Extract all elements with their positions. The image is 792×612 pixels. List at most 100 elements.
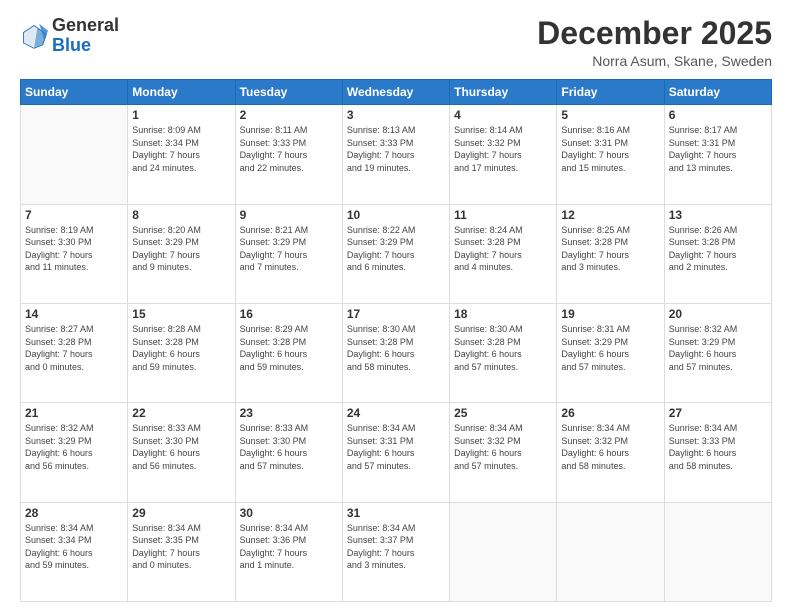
calendar-cell: 8 Sunrise: 8:20 AM Sunset: 3:29 PM Daylig… — [128, 204, 235, 303]
day-info: Sunrise: 8:34 AM Sunset: 3:34 PM Dayligh… — [25, 522, 123, 572]
calendar-cell: 27Sunrise: 8:34 AM Sunset: 3:33 PM Dayli… — [664, 403, 771, 502]
day-info: Sunrise: 8:30 AM Sunset: 3:28 PM Dayligh… — [347, 323, 445, 373]
day-number: 18 — [454, 307, 552, 321]
day-header-friday: Friday — [557, 80, 664, 105]
calendar-cell: 22Sunrise: 8:33 AM Sunset: 3:30 PM Dayli… — [128, 403, 235, 502]
day-number: 1 — [132, 108, 230, 122]
calendar-cell: 29 Sunrise: 8:34 AM Sunset: 3:35 PM Dayli… — [128, 502, 235, 601]
calendar-cell: 7 Sunrise: 8:19 AM Sunset: 3:30 PM Daylig… — [21, 204, 128, 303]
day-info: Sunrise: 8:16 AM Sunset: 3:31 PM Dayligh… — [561, 124, 659, 174]
calendar-week-row: 7 Sunrise: 8:19 AM Sunset: 3:30 PM Daylig… — [21, 204, 772, 303]
day-number: 30 — [240, 506, 338, 520]
day-number: 27 — [669, 406, 767, 420]
day-info: Sunrise: 8:27 AM Sunset: 3:28 PM Dayligh… — [25, 323, 123, 373]
calendar-cell: 30 Sunrise: 8:34 AM Sunset: 3:36 PM Dayli… — [235, 502, 342, 601]
calendar-week-row: 21 Sunrise: 8:32 AM Sunset: 3:29 PM Dayli… — [21, 403, 772, 502]
day-info: Sunrise: 8:25 AM Sunset: 3:28 PM Dayligh… — [561, 224, 659, 274]
day-number: 2 — [240, 108, 338, 122]
day-number: 14 — [25, 307, 123, 321]
calendar-cell: 23Sunrise: 8:33 AM Sunset: 3:30 PM Dayli… — [235, 403, 342, 502]
calendar-cell: 28 Sunrise: 8:34 AM Sunset: 3:34 PM Dayli… — [21, 502, 128, 601]
calendar-cell: 24Sunrise: 8:34 AM Sunset: 3:31 PM Dayli… — [342, 403, 449, 502]
day-info: Sunrise: 8:28 AM Sunset: 3:28 PM Dayligh… — [132, 323, 230, 373]
calendar-cell: 12 Sunrise: 8:25 AM Sunset: 3:28 PM Dayli… — [557, 204, 664, 303]
day-number: 13 — [669, 208, 767, 222]
day-header-saturday: Saturday — [664, 80, 771, 105]
calendar-cell: 19Sunrise: 8:31 AM Sunset: 3:29 PM Dayli… — [557, 303, 664, 402]
calendar-cell: 5 Sunrise: 8:16 AM Sunset: 3:31 PM Daylig… — [557, 105, 664, 204]
day-info: Sunrise: 8:24 AM Sunset: 3:28 PM Dayligh… — [454, 224, 552, 274]
calendar-cell — [450, 502, 557, 601]
calendar-cell: 16 Sunrise: 8:29 AM Sunset: 3:28 PM Dayli… — [235, 303, 342, 402]
calendar-cell: 14 Sunrise: 8:27 AM Sunset: 3:28 PM Dayli… — [21, 303, 128, 402]
day-info: Sunrise: 8:21 AM Sunset: 3:29 PM Dayligh… — [240, 224, 338, 274]
day-info: Sunrise: 8:34 AM Sunset: 3:32 PM Dayligh… — [561, 422, 659, 472]
day-number: 6 — [669, 108, 767, 122]
day-number: 3 — [347, 108, 445, 122]
day-info: Sunrise: 8:19 AM Sunset: 3:30 PM Dayligh… — [25, 224, 123, 274]
day-number: 28 — [25, 506, 123, 520]
logo: General Blue — [20, 16, 119, 56]
day-info: Sunrise: 8:34 AM Sunset: 3:37 PM Dayligh… — [347, 522, 445, 572]
calendar-cell: 25Sunrise: 8:34 AM Sunset: 3:32 PM Dayli… — [450, 403, 557, 502]
calendar-week-row: 1 Sunrise: 8:09 AM Sunset: 3:34 PM Daylig… — [21, 105, 772, 204]
logo-icon — [20, 22, 48, 50]
day-info: Sunrise: 8:22 AM Sunset: 3:29 PM Dayligh… — [347, 224, 445, 274]
calendar-cell: 20 Sunrise: 8:32 AM Sunset: 3:29 PM Dayli… — [664, 303, 771, 402]
day-info: Sunrise: 8:34 AM Sunset: 3:36 PM Dayligh… — [240, 522, 338, 572]
logo-text: General Blue — [52, 16, 119, 56]
day-number: 15 — [132, 307, 230, 321]
day-number: 20 — [669, 307, 767, 321]
day-header-sunday: Sunday — [21, 80, 128, 105]
day-info: Sunrise: 8:13 AM Sunset: 3:33 PM Dayligh… — [347, 124, 445, 174]
calendar-header-row: SundayMondayTuesdayWednesdayThursdayFrid… — [21, 80, 772, 105]
day-number: 4 — [454, 108, 552, 122]
day-number: 29 — [132, 506, 230, 520]
calendar-cell: 6 Sunrise: 8:17 AM Sunset: 3:31 PM Daylig… — [664, 105, 771, 204]
day-header-thursday: Thursday — [450, 80, 557, 105]
day-number: 24 — [347, 406, 445, 420]
calendar-week-row: 14 Sunrise: 8:27 AM Sunset: 3:28 PM Dayli… — [21, 303, 772, 402]
page: General Blue December 2025 Norra Asum, S… — [0, 0, 792, 612]
calendar-cell: 13 Sunrise: 8:26 AM Sunset: 3:28 PM Dayli… — [664, 204, 771, 303]
day-number: 16 — [240, 307, 338, 321]
day-number: 7 — [25, 208, 123, 222]
calendar-cell — [21, 105, 128, 204]
day-info: Sunrise: 8:32 AM Sunset: 3:29 PM Dayligh… — [25, 422, 123, 472]
calendar-cell — [557, 502, 664, 601]
day-number: 21 — [25, 406, 123, 420]
day-number: 12 — [561, 208, 659, 222]
day-number: 10 — [347, 208, 445, 222]
calendar-cell: 2Sunrise: 8:11 AM Sunset: 3:33 PM Daylig… — [235, 105, 342, 204]
calendar-cell: 31Sunrise: 8:34 AM Sunset: 3:37 PM Dayli… — [342, 502, 449, 601]
day-info: Sunrise: 8:34 AM Sunset: 3:35 PM Dayligh… — [132, 522, 230, 572]
calendar-cell: 9 Sunrise: 8:21 AM Sunset: 3:29 PM Daylig… — [235, 204, 342, 303]
calendar-cell: 1 Sunrise: 8:09 AM Sunset: 3:34 PM Daylig… — [128, 105, 235, 204]
day-info: Sunrise: 8:14 AM Sunset: 3:32 PM Dayligh… — [454, 124, 552, 174]
day-info: Sunrise: 8:30 AM Sunset: 3:28 PM Dayligh… — [454, 323, 552, 373]
header: General Blue December 2025 Norra Asum, S… — [20, 16, 772, 69]
calendar-week-row: 28 Sunrise: 8:34 AM Sunset: 3:34 PM Dayli… — [21, 502, 772, 601]
day-number: 22 — [132, 406, 230, 420]
day-info: Sunrise: 8:17 AM Sunset: 3:31 PM Dayligh… — [669, 124, 767, 174]
calendar-cell — [664, 502, 771, 601]
day-info: Sunrise: 8:29 AM Sunset: 3:28 PM Dayligh… — [240, 323, 338, 373]
day-info: Sunrise: 8:31 AM Sunset: 3:29 PM Dayligh… — [561, 323, 659, 373]
day-number: 11 — [454, 208, 552, 222]
day-info: Sunrise: 8:26 AM Sunset: 3:28 PM Dayligh… — [669, 224, 767, 274]
day-info: Sunrise: 8:32 AM Sunset: 3:29 PM Dayligh… — [669, 323, 767, 373]
calendar-table: SundayMondayTuesdayWednesdayThursdayFrid… — [20, 79, 772, 602]
day-number: 8 — [132, 208, 230, 222]
day-info: Sunrise: 8:09 AM Sunset: 3:34 PM Dayligh… — [132, 124, 230, 174]
calendar-cell: 17Sunrise: 8:30 AM Sunset: 3:28 PM Dayli… — [342, 303, 449, 402]
day-info: Sunrise: 8:33 AM Sunset: 3:30 PM Dayligh… — [240, 422, 338, 472]
day-number: 5 — [561, 108, 659, 122]
calendar-cell: 10 Sunrise: 8:22 AM Sunset: 3:29 PM Dayli… — [342, 204, 449, 303]
calendar-cell: 26 Sunrise: 8:34 AM Sunset: 3:32 PM Dayli… — [557, 403, 664, 502]
day-number: 9 — [240, 208, 338, 222]
calendar-cell: 4 Sunrise: 8:14 AM Sunset: 3:32 PM Daylig… — [450, 105, 557, 204]
calendar-cell: 21 Sunrise: 8:32 AM Sunset: 3:29 PM Dayli… — [21, 403, 128, 502]
month-title: December 2025 — [537, 16, 772, 51]
day-number: 26 — [561, 406, 659, 420]
day-info: Sunrise: 8:20 AM Sunset: 3:29 PM Dayligh… — [132, 224, 230, 274]
